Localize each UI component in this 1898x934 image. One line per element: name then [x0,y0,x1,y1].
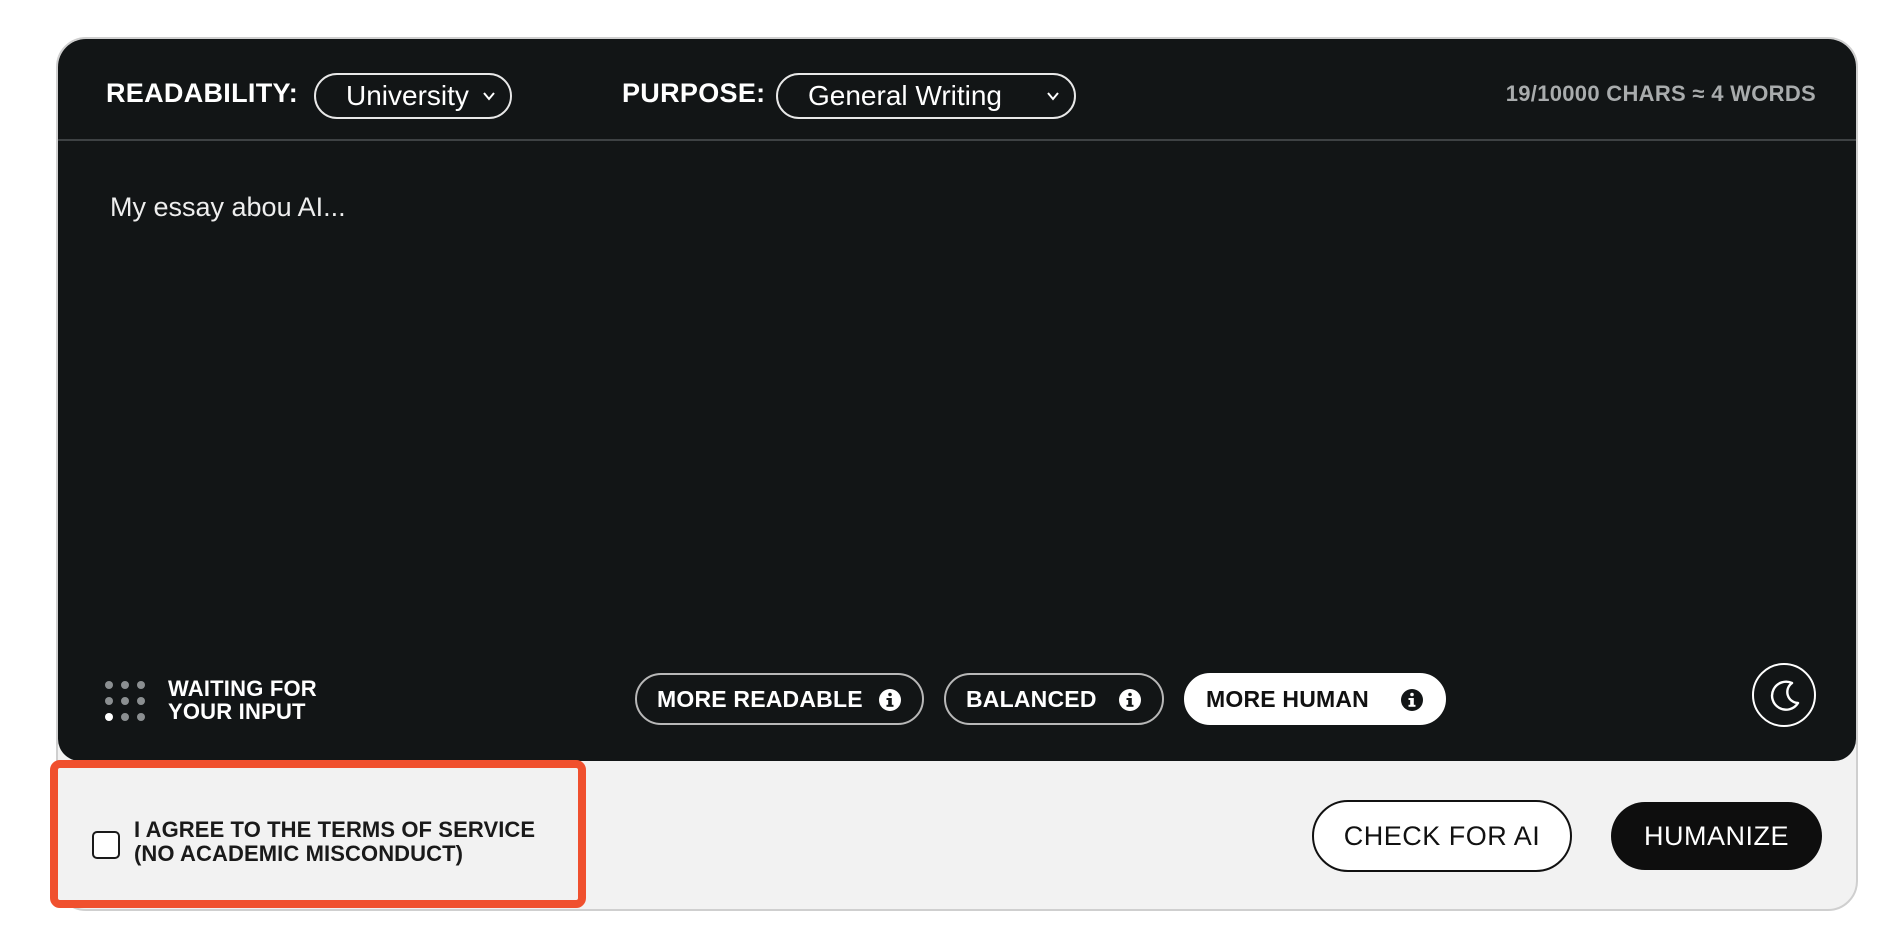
purpose-value: General Writing [808,80,1003,111]
moon-icon [1770,680,1800,711]
chevron-down-icon [483,92,495,101]
status-line-1: WAITING FOR [168,676,317,701]
editor-panel: READABILITY: University PURPOSE: General… [58,39,1856,761]
dots-grid-icon [105,681,145,721]
readability-value: University [346,80,469,111]
chevron-down-icon [1047,92,1059,101]
editor-toolbar: READABILITY: University PURPOSE: General… [58,39,1856,141]
mode-balanced-button[interactable]: BALANCED [944,673,1164,725]
readability-label: READABILITY: [106,78,299,108]
info-icon[interactable] [878,688,902,712]
humanize-button[interactable]: HUMANIZE [1611,802,1822,870]
purpose-label: PURPOSE: [622,78,766,108]
status-line-2: YOUR INPUT [168,699,306,724]
status-text: WAITING FOR YOUR INPUT [168,677,368,723]
terms-line-1: I AGREE TO THE TERMS OF SERVICE [134,817,536,842]
mode-more-human-button[interactable]: MORE HUMAN [1184,673,1446,725]
info-icon[interactable] [1118,688,1142,712]
terms-checkbox[interactable] [92,831,120,859]
readability-select[interactable]: University [314,73,512,119]
check-for-ai-button[interactable]: CHECK FOR AI [1312,800,1572,872]
mode-more-readable-button[interactable]: MORE READABLE [635,673,924,725]
mode-label: BALANCED [966,686,1097,712]
mode-label: MORE READABLE [657,686,863,712]
terms-label[interactable]: I AGREE TO THE TERMS OF SERVICE (NO ACAD… [134,818,554,866]
essay-text-input[interactable]: My essay abou AI... [110,191,346,223]
char-count: 19/10000 CHARS ≈ 4 WORDS [1505,81,1816,106]
terms-agreement: I AGREE TO THE TERMS OF SERVICE (NO ACAD… [50,760,586,908]
mode-label: MORE HUMAN [1206,686,1369,712]
terms-line-2: (NO ACADEMIC MISCONDUCT) [134,841,464,866]
purpose-select[interactable]: General Writing [776,73,1076,119]
info-icon[interactable] [1400,688,1424,712]
theme-toggle-button[interactable] [1752,663,1816,727]
